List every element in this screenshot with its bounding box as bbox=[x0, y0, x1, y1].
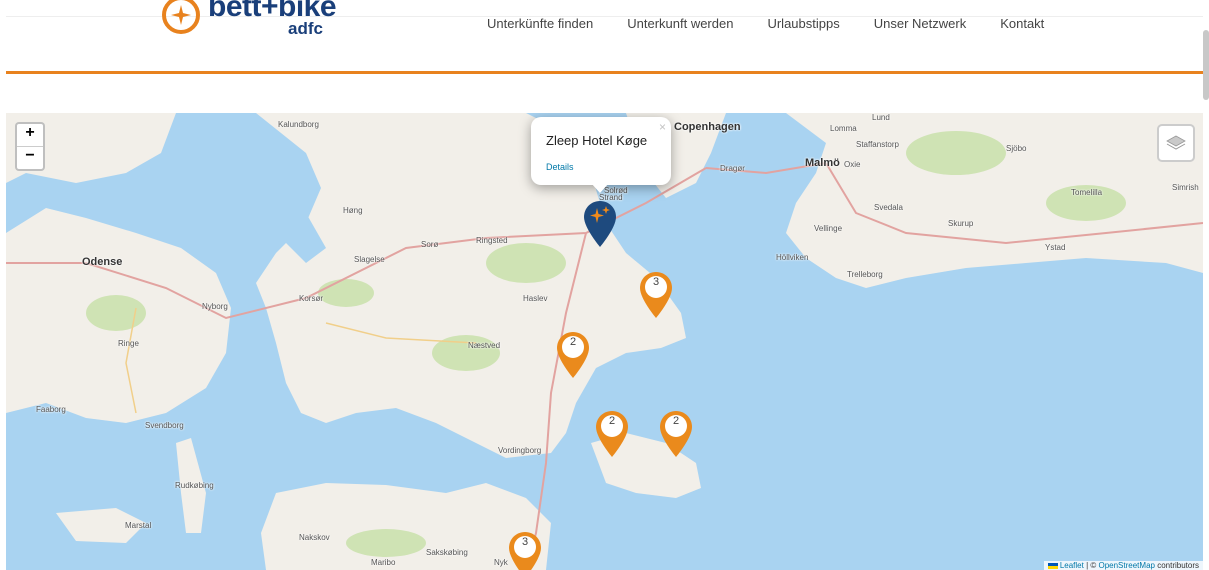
place-kalundborg: Kalundborg bbox=[278, 120, 319, 129]
popup-details-link[interactable]: Details bbox=[546, 162, 574, 172]
layers-icon bbox=[1166, 135, 1186, 150]
place-copenhagen: Copenhagen bbox=[674, 121, 741, 133]
osm-link[interactable]: OpenStreetMap bbox=[1098, 561, 1154, 570]
place-lomma: Lomma bbox=[830, 124, 857, 133]
place-ringe: Ringe bbox=[118, 339, 139, 348]
cluster-marker[interactable]: 3 bbox=[508, 531, 542, 570]
map-attribution: Leaflet | © OpenStreetMap contributors bbox=[1043, 561, 1203, 570]
nav-kontakt[interactable]: Kontakt bbox=[1000, 16, 1044, 31]
place-soro: Sorø bbox=[421, 240, 439, 249]
page-scrollbar[interactable] bbox=[1203, 30, 1209, 100]
cluster-count: 2 bbox=[608, 415, 616, 427]
logo-sparkle-icon bbox=[162, 0, 200, 34]
place-maribo: Maribo bbox=[371, 558, 396, 567]
nav-unterkunft-werden[interactable]: Unterkunft werden bbox=[627, 16, 733, 31]
attribution-contributors: contributors bbox=[1154, 561, 1199, 570]
popup-close-button[interactable]: × bbox=[659, 120, 666, 134]
layers-button[interactable] bbox=[1157, 124, 1195, 162]
nav-unser-netzwerk[interactable]: Unser Netzwerk bbox=[874, 16, 966, 31]
site-logo[interactable]: bett+bike adfc bbox=[162, 0, 342, 48]
zoom-out-button[interactable]: − bbox=[17, 146, 43, 169]
place-korsor: Korsør bbox=[299, 294, 323, 303]
place-lund: Lund bbox=[872, 113, 890, 122]
nav-unterkuenfte-finden[interactable]: Unterkünfte finden bbox=[487, 16, 593, 31]
place-nyborg: Nyborg bbox=[202, 302, 228, 311]
cluster-count: 3 bbox=[652, 276, 660, 288]
cluster-marker[interactable]: 2 bbox=[659, 410, 693, 458]
zoom-control: + − bbox=[15, 122, 45, 171]
logo-subtext: adfc bbox=[288, 19, 323, 38]
place-svedala: Svedala bbox=[874, 203, 903, 212]
cluster-marker[interactable]: 3 bbox=[639, 271, 673, 319]
site-header: bett+bike adfc Unterkünfte finden Unterk… bbox=[0, 0, 1209, 80]
place-tomelilla: Tomelilla bbox=[1071, 188, 1103, 197]
ukraine-flag-icon bbox=[1047, 562, 1058, 569]
place-marstal: Marstal bbox=[125, 521, 152, 530]
popup-title: Zleep Hotel Køge bbox=[546, 133, 648, 148]
place-malmo: Malmö bbox=[805, 157, 840, 169]
cluster-marker[interactable]: 2 bbox=[595, 410, 629, 458]
cluster-count: 2 bbox=[672, 415, 680, 427]
leaflet-link[interactable]: Leaflet bbox=[1060, 561, 1084, 570]
place-ringsted: Ringsted bbox=[476, 236, 508, 245]
nav-urlaubstipps[interactable]: Urlaubstipps bbox=[767, 16, 839, 31]
place-simrishamn: Simrish bbox=[1172, 183, 1199, 192]
header-accent-rule bbox=[6, 71, 1203, 74]
place-slagelse: Slagelse bbox=[354, 255, 385, 264]
hotel-marker-selected[interactable] bbox=[583, 200, 617, 248]
zoom-in-button[interactable]: + bbox=[17, 124, 43, 146]
place-oxie: Oxie bbox=[844, 160, 861, 169]
place-vellinge: Vellinge bbox=[814, 224, 843, 233]
map-view[interactable]: Copenhagen Kalundborg Lomma Lund Staffan… bbox=[6, 113, 1203, 570]
cluster-count: 2 bbox=[569, 336, 577, 348]
place-nyk: Nyk bbox=[494, 558, 508, 567]
place-staffanstorp: Staffanstorp bbox=[856, 140, 899, 149]
map-popup: × Zleep Hotel Køge Details bbox=[531, 117, 671, 185]
place-hollviken: Höllviken bbox=[776, 253, 809, 262]
place-vordingborg: Vordingborg bbox=[498, 446, 542, 455]
place-sakskobing: Sakskøbing bbox=[426, 548, 468, 557]
place-naestved: Næstved bbox=[468, 341, 501, 350]
place-ystad: Ystad bbox=[1045, 243, 1066, 252]
cluster-count: 3 bbox=[521, 536, 529, 548]
place-skurup: Skurup bbox=[948, 219, 974, 228]
popup-tip bbox=[591, 183, 609, 193]
place-haslev: Haslev bbox=[523, 294, 548, 303]
place-sjobo: Sjöbo bbox=[1006, 144, 1027, 153]
place-dragor: Dragør bbox=[720, 164, 745, 173]
place-svendborg: Svendborg bbox=[145, 421, 184, 430]
attribution-separator: | © bbox=[1083, 561, 1099, 570]
place-trelleborg: Trelleborg bbox=[847, 270, 883, 279]
cluster-marker[interactable]: 2 bbox=[556, 331, 590, 379]
place-odense: Odense bbox=[82, 256, 123, 268]
place-hong: Høng bbox=[343, 206, 363, 215]
place-rudkobing: Rudkøbing bbox=[175, 481, 214, 490]
main-nav: Unterkünfte finden Unterkunft werden Url… bbox=[487, 16, 1078, 31]
place-faaborg: Faaborg bbox=[36, 405, 66, 414]
place-nakskov: Nakskov bbox=[299, 533, 330, 542]
